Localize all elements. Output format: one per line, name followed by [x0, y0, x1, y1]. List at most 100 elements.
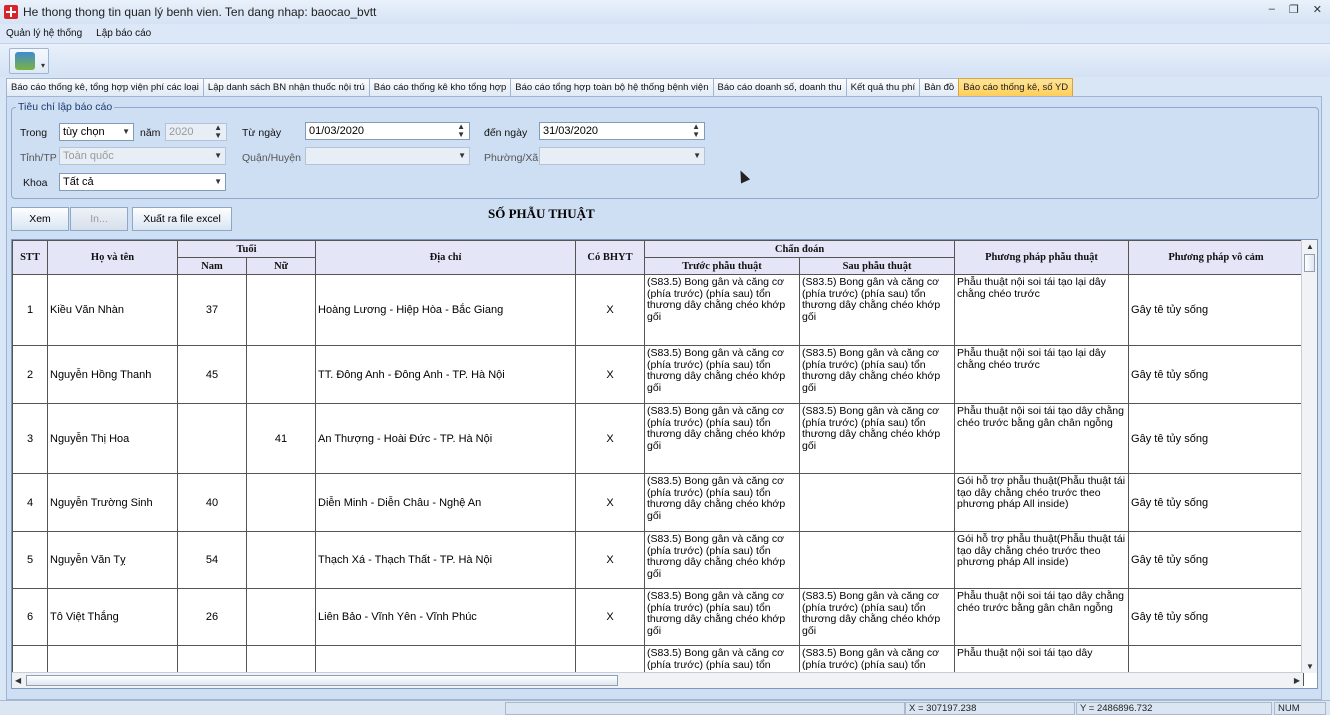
col-hoten[interactable]: Họ và tên: [47, 240, 178, 275]
title-bar: He thong thong tin quan lý benh vien. Te…: [0, 0, 1330, 24]
col-diachi[interactable]: Địa chỉ: [315, 240, 577, 275]
chevron-down-icon: ▾: [40, 61, 45, 70]
cell-address: Diễn Minh - Diễn Châu - Nghệ An: [315, 473, 577, 532]
cell-anesthesia: Gây tê tủy sống: [1128, 473, 1305, 532]
chevron-down-icon: ▼: [458, 151, 466, 160]
minimize-icon[interactable]: –: [1269, 3, 1275, 16]
toolbar: ▾: [0, 44, 1330, 77]
spin-arrows-icon: ▲ ▼: [692, 122, 700, 139]
cell-nam: 54: [177, 531, 247, 589]
tab-7[interactable]: Báo cáo thống kê, số YD: [958, 78, 1074, 97]
cell-method: Phẫu thuật nội soi tái tạo lại dây chằng…: [954, 274, 1130, 346]
col-tuoi: Tuổi: [176, 240, 317, 258]
col-bhyt[interactable]: Có BHYT: [575, 240, 646, 275]
district-select[interactable]: ▼: [305, 147, 470, 165]
menu-quan-ly-he-thong[interactable]: Quản lý hệ thống: [6, 28, 82, 39]
cell-nam: [177, 403, 247, 474]
table-row[interactable]: 3 Nguyễn Thị Hoa 41 An Thượng - Hoài Đức - …: [12, 403, 1305, 474]
denngay-label: đến ngày: [484, 127, 528, 139]
cell-nu: 41: [245, 403, 317, 474]
cell-after: [799, 473, 956, 532]
vertical-scrollbar[interactable]: ▲ ▼: [1301, 240, 1317, 673]
menu-bar: Quản lý hệ thống Lập báo cáo: [0, 24, 1330, 44]
tinh-label: Tỉnh/TP: [20, 152, 57, 164]
table-row[interactable]: 6 Tô Việt Thắng 26 Liên Bảo - Vĩnh Yên - Vĩ…: [12, 588, 1305, 646]
col-stt[interactable]: STT: [12, 240, 48, 275]
cell-stt: 1: [12, 274, 48, 346]
tab-2[interactable]: Báo cáo thống kê kho tổng hợp: [368, 78, 512, 97]
from-date-picker[interactable]: 01/03/2020 ▲ ▼: [305, 122, 470, 140]
cell-method: Gói hỗ trợ phẫu thuật(Phẫu thuật tái tạo…: [954, 473, 1130, 532]
vertical-scroll-thumb[interactable]: [1304, 254, 1315, 272]
scroll-right-icon: ▶: [1293, 676, 1300, 685]
cell-anesthesia: Gây tê tủy sống: [1128, 345, 1305, 404]
chevron-down-icon: ▼: [214, 177, 222, 186]
status-num: NUM: [1274, 702, 1326, 715]
cell-name: Tô Việt Thắng: [47, 588, 178, 646]
cell-after: [799, 531, 956, 589]
table-row[interactable]: 2 Nguyễn Hồng Thanh 45 TT. Đông Anh - Đông …: [12, 345, 1305, 404]
surgery-grid[interactable]: STT Họ và tên Tuổi Địa chỉ Có BHYT Chẩn …: [11, 239, 1318, 689]
horizontal-scrollbar[interactable]: ◀ ▶: [12, 672, 1303, 688]
tab-5[interactable]: Kết quả thu phí: [845, 78, 921, 97]
window-title: He thong thong tin quan lý benh vien. Te…: [23, 5, 377, 19]
cell-address: An Thượng - Hoài Đức - TP. Hà Nội: [315, 403, 577, 474]
cell-name: Nguyễn Thị Hoa: [47, 403, 178, 474]
cell-address: Liên Bảo - Vĩnh Yên - Vĩnh Phúc: [315, 588, 577, 646]
scroll-left-icon: ◀: [15, 676, 22, 685]
restore-icon[interactable]: ❐: [1289, 3, 1299, 16]
col-nam[interactable]: Nam: [177, 257, 247, 275]
print-button[interactable]: In...: [70, 207, 128, 231]
table-row[interactable]: 4 Nguyễn Trường Sinh 40 Diễn Minh - Diễn Ch…: [12, 473, 1305, 532]
tab-1[interactable]: Lập danh sách BN nhận thuốc nội trú: [202, 78, 370, 97]
chevron-down-icon: ▼: [122, 127, 130, 136]
criteria-legend: Tiêu chí lập báo cáo: [16, 101, 115, 113]
tab-6[interactable]: Bản đồ: [919, 78, 960, 97]
cell-anesthesia: Gây tê tủy sống: [1128, 588, 1305, 646]
col-truoc[interactable]: Trước phẫu thuật: [644, 257, 801, 275]
cell-nu: [245, 345, 317, 404]
cell-nu: [245, 274, 317, 346]
hospital-cross-icon: [4, 5, 18, 19]
to-date-picker[interactable]: 31/03/2020 ▲ ▼: [539, 122, 705, 140]
tab-3[interactable]: Báo cáo tổng hợp toàn bộ hệ thống bệnh v…: [510, 78, 714, 97]
cell-anesthesia: Gây tê tủy sống: [1128, 403, 1305, 474]
tab-strip: Báo cáo thống kê, tổng hợp viện phí các …: [6, 78, 1074, 97]
toolbar-dropdown-button[interactable]: ▾: [9, 48, 49, 74]
spin-arrows-icon: ▲ ▼: [457, 122, 465, 139]
ward-select[interactable]: ▼: [539, 147, 705, 165]
col-ppvc[interactable]: Phương pháp vô cảm: [1128, 240, 1305, 275]
trong-label: Trong: [20, 127, 48, 139]
cell-nu: [245, 531, 317, 589]
cell-bhyt: X: [575, 531, 646, 589]
close-icon[interactable]: ✕: [1313, 3, 1322, 16]
year-spinner[interactable]: 2020 ▲ ▼: [165, 123, 227, 141]
quan-label: Quận/Huyện: [242, 152, 301, 164]
cell-anesthesia: Gây tê tủy sống: [1128, 274, 1305, 346]
horizontal-scroll-thumb[interactable]: [26, 675, 618, 686]
col-nu[interactable]: Nữ: [245, 257, 317, 275]
cell-address: TT. Đông Anh - Đông Anh - TP. Hà Nội: [315, 345, 577, 404]
cell-method: Phẫu thuật nội soi tái tạo dây chằng ché…: [954, 588, 1130, 646]
status-y-coord: Y = 2486896.732: [1076, 702, 1272, 715]
tab-4[interactable]: Báo cáo doanh số, doanh thu: [712, 78, 847, 97]
cell-method: Phẫu thuật nội soi tái tạo lại dây chằng…: [954, 345, 1130, 404]
menu-lap-bao-cao[interactable]: Lập báo cáo: [96, 28, 151, 39]
province-select[interactable]: Toàn quốc ▼: [59, 147, 226, 165]
cell-stt: 5: [12, 531, 48, 589]
cell-stt: 6: [12, 588, 48, 646]
export-excel-button[interactable]: Xuất ra file excel: [132, 207, 232, 231]
cell-anesthesia: Gây tê tủy sống: [1128, 531, 1305, 589]
department-select[interactable]: Tất cả ▼: [59, 173, 226, 191]
col-sau[interactable]: Sau phẫu thuật: [799, 257, 956, 275]
cell-name: Nguyễn Trường Sinh: [47, 473, 178, 532]
col-pppt[interactable]: Phương pháp phẫu thuật: [954, 240, 1130, 275]
period-select[interactable]: tùy chọn ▼: [59, 123, 134, 141]
table-row[interactable]: 1 Kiều Văn Nhàn 37 Hoàng Lương - Hiệp Hòa -…: [12, 274, 1305, 346]
chevron-down-icon: ▼: [693, 151, 701, 160]
phuong-label: Phường/Xã: [484, 152, 539, 164]
cell-nam: 40: [177, 473, 247, 532]
view-button[interactable]: Xem: [11, 207, 69, 231]
table-row[interactable]: 5 Nguyễn Văn Tỵ 54 Thạch Xá - Thạch Thất - …: [12, 531, 1305, 589]
tab-0[interactable]: Báo cáo thống kê, tổng hợp viện phí các …: [6, 78, 204, 97]
